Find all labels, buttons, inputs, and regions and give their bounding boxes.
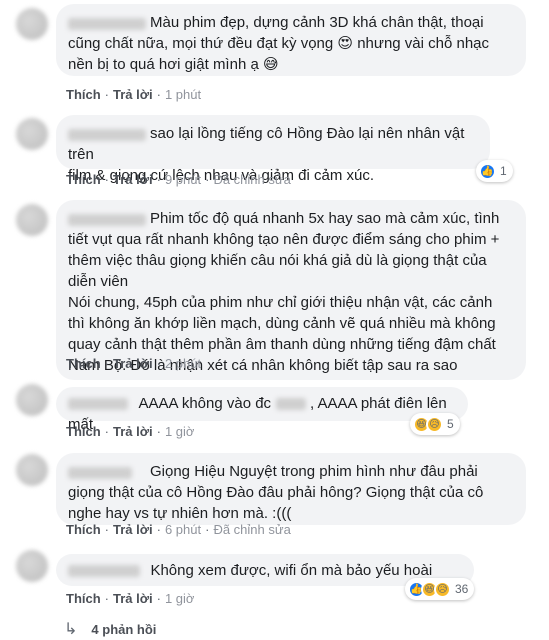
author-name[interactable] <box>68 564 140 577</box>
timestamp[interactable]: 1 giờ <box>165 591 195 606</box>
comment-meta: Thích · Trả lời · 1 phút <box>66 87 202 102</box>
avatar[interactable] <box>16 384 48 416</box>
timestamp[interactable]: 6 phút <box>165 522 201 537</box>
reply-button[interactable]: Trả lời <box>113 172 153 187</box>
reply-button[interactable]: Trả lời <box>113 87 153 102</box>
redacted-text <box>275 397 306 410</box>
avatar[interactable] <box>16 8 48 40</box>
comment-bubble: Giọng Hiệu Nguyệt trong phim hình như đâ… <box>56 453 526 525</box>
comment-text-part-1: AAAA không vào đc <box>138 395 272 412</box>
like-icon: 👍 <box>479 162 496 180</box>
author-name[interactable] <box>68 467 132 479</box>
comment-text: Phim tốc độ quá nhanh 5x hay sao mà cảm … <box>68 210 500 374</box>
comment-meta: Thích · Trả lời · 1 giờ <box>66 424 195 439</box>
like-button[interactable]: Thích <box>66 172 101 187</box>
like-button[interactable]: Thích <box>66 424 101 439</box>
comment-bubble: AAAA không vào đc , AAAA phát điên lên m… <box>56 387 468 433</box>
more-replies-label: 4 phản hồi <box>91 621 157 637</box>
reply-button[interactable]: Trả lời <box>113 424 153 439</box>
edited-label[interactable]: Đã chỉnh sửa <box>213 522 290 537</box>
comment-bubble: sao lại lồng tiếng cô Hồng Đào lại nên n… <box>56 115 490 184</box>
comment-meta: Thích · Trả lời · 1 giờ <box>66 591 195 606</box>
author-name[interactable] <box>68 397 128 410</box>
comment-bubble: Màu phim đẹp, dựng cảnh 3D khá chân thật… <box>56 4 526 76</box>
edited-label[interactable]: Đã chỉnh sửa <box>213 172 290 187</box>
view-more-replies[interactable]: ↳ 4 phản hồi <box>64 619 156 639</box>
author-name[interactable] <box>68 214 146 226</box>
reaction-count: 36 <box>455 582 469 596</box>
reply-button[interactable]: Trả lời <box>113 591 153 606</box>
comment-meta: Thích · Trả lời · 2 phút <box>66 356 202 371</box>
author-name[interactable] <box>68 18 146 30</box>
like-button[interactable]: Thích <box>66 87 101 102</box>
sad-icon: 😥 <box>426 415 443 433</box>
like-button[interactable]: Thích <box>66 356 101 371</box>
timestamp[interactable]: 2 phút <box>165 356 201 371</box>
reaction-summary[interactable]: 👍 1 <box>476 160 513 182</box>
comment-meta: Thích · Trả lời · 6 phút · Đã chỉnh sửa <box>66 522 291 537</box>
avatar[interactable] <box>16 454 48 486</box>
reaction-summary[interactable]: 👍 😆 😥 36 <box>405 578 475 600</box>
timestamp[interactable]: 1 phút <box>165 87 201 102</box>
comment-text: Giọng Hiệu Nguyệt trong phim hình như đâ… <box>68 463 484 522</box>
timestamp[interactable]: 1 giờ <box>165 424 195 439</box>
author-name[interactable] <box>68 129 146 141</box>
reply-arrow-icon: ↳ <box>64 621 78 638</box>
reaction-count: 1 <box>500 164 507 178</box>
like-button[interactable]: Thích <box>66 591 101 606</box>
sad-icon: 😥 <box>434 580 451 598</box>
reaction-summary[interactable]: 😆 😥 5 <box>410 413 460 435</box>
avatar[interactable] <box>16 118 48 150</box>
avatar[interactable] <box>16 204 48 236</box>
reply-button[interactable]: Trả lời <box>113 356 153 371</box>
comment-meta: Thích · Trả lời · 9 phút · Đã chỉnh sửa <box>66 172 291 187</box>
reply-button[interactable]: Trả lời <box>113 522 153 537</box>
like-button[interactable]: Thích <box>66 522 101 537</box>
timestamp[interactable]: 9 phút <box>165 172 201 187</box>
reaction-count: 5 <box>447 417 454 431</box>
comment-text: Không xem được, wifi ổn mà bảo yếu hoài <box>150 562 433 579</box>
comment-bubble: Phim tốc độ quá nhanh 5x hay sao mà cảm … <box>56 200 526 380</box>
avatar[interactable] <box>16 550 48 582</box>
